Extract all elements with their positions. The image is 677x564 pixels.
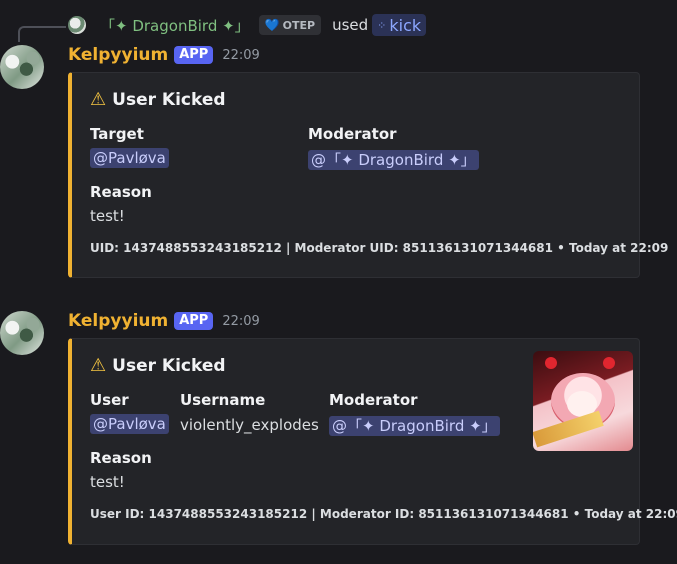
embed-thumbnail[interactable]	[533, 351, 633, 451]
timestamp[interactable]: 22:09	[222, 314, 259, 329]
heart-icon: 💙	[264, 18, 280, 32]
reply-header: 「✦ DragonBird ✦」 💙 OTEP used ⁘ kick	[68, 14, 427, 36]
message-header: Kelpyyium APP 22:09	[68, 310, 260, 332]
server-tag-label: OTEP	[282, 18, 316, 32]
field-name: Reason	[90, 183, 152, 201]
warning-icon: ⚠	[90, 89, 107, 110]
embed-title-text: User Kicked	[112, 355, 226, 376]
command-name: kick	[389, 15, 422, 35]
app-badge: APP	[174, 312, 214, 330]
username[interactable]: Kelpyyium	[68, 311, 168, 331]
field-value: test!	[90, 207, 125, 225]
avatar[interactable]	[0, 311, 44, 355]
field-name: Moderator	[329, 391, 418, 409]
replied-user-name[interactable]: 「✦ DragonBird ✦」	[100, 15, 250, 36]
timestamp[interactable]: 22:09	[222, 48, 259, 63]
embed-footer: User ID: 1437488553243185212 | Moderator…	[90, 507, 677, 521]
user-mention[interactable]: @「✦ DragonBird ✦」	[329, 416, 500, 436]
field-value: violently_explodes	[180, 416, 319, 434]
berry-decoration	[603, 357, 615, 369]
field-value: test!	[90, 473, 125, 491]
avatar[interactable]	[0, 45, 44, 89]
field-value: @「✦ DragonBird ✦」	[308, 149, 479, 170]
field-name: User	[90, 391, 129, 409]
user-mention[interactable]: @Pavløva	[90, 148, 169, 168]
used-label: used	[332, 16, 369, 34]
embed-footer: UID: 1437488553243185212 | Moderator UID…	[90, 241, 669, 255]
replied-user-avatar[interactable]	[68, 16, 86, 34]
command-mention[interactable]: ⁘ kick	[372, 14, 427, 36]
user-mention[interactable]: @Pavløva	[90, 414, 169, 434]
slash-command-icon: ⁘	[377, 18, 387, 32]
embed-title: ⚠ User Kicked	[90, 355, 226, 376]
username[interactable]: Kelpyyium	[68, 45, 168, 65]
embed-title: ⚠ User Kicked	[90, 89, 226, 110]
embed-card: ⚠ User Kicked Target @Pavløva Moderator …	[68, 72, 668, 278]
server-tag[interactable]: 💙 OTEP	[258, 15, 322, 35]
field-name: Target	[90, 125, 144, 143]
app-badge: APP	[174, 46, 214, 64]
field-value: @「✦ DragonBird ✦」	[329, 415, 500, 436]
embed-card: ⚠ User Kicked User @Pavløva Username vio…	[68, 338, 677, 545]
field-name: Username	[180, 391, 266, 409]
user-mention[interactable]: @「✦ DragonBird ✦」	[308, 150, 479, 170]
field-value: @Pavløva	[90, 148, 169, 168]
message-header: Kelpyyium APP 22:09	[68, 44, 260, 66]
field-value: @Pavløva	[90, 414, 169, 434]
warning-icon: ⚠	[90, 355, 107, 376]
field-name: Moderator	[308, 125, 397, 143]
embed-title-text: User Kicked	[112, 89, 226, 110]
field-name: Reason	[90, 449, 152, 467]
reply-spine	[18, 26, 66, 42]
berry-decoration	[545, 357, 557, 369]
